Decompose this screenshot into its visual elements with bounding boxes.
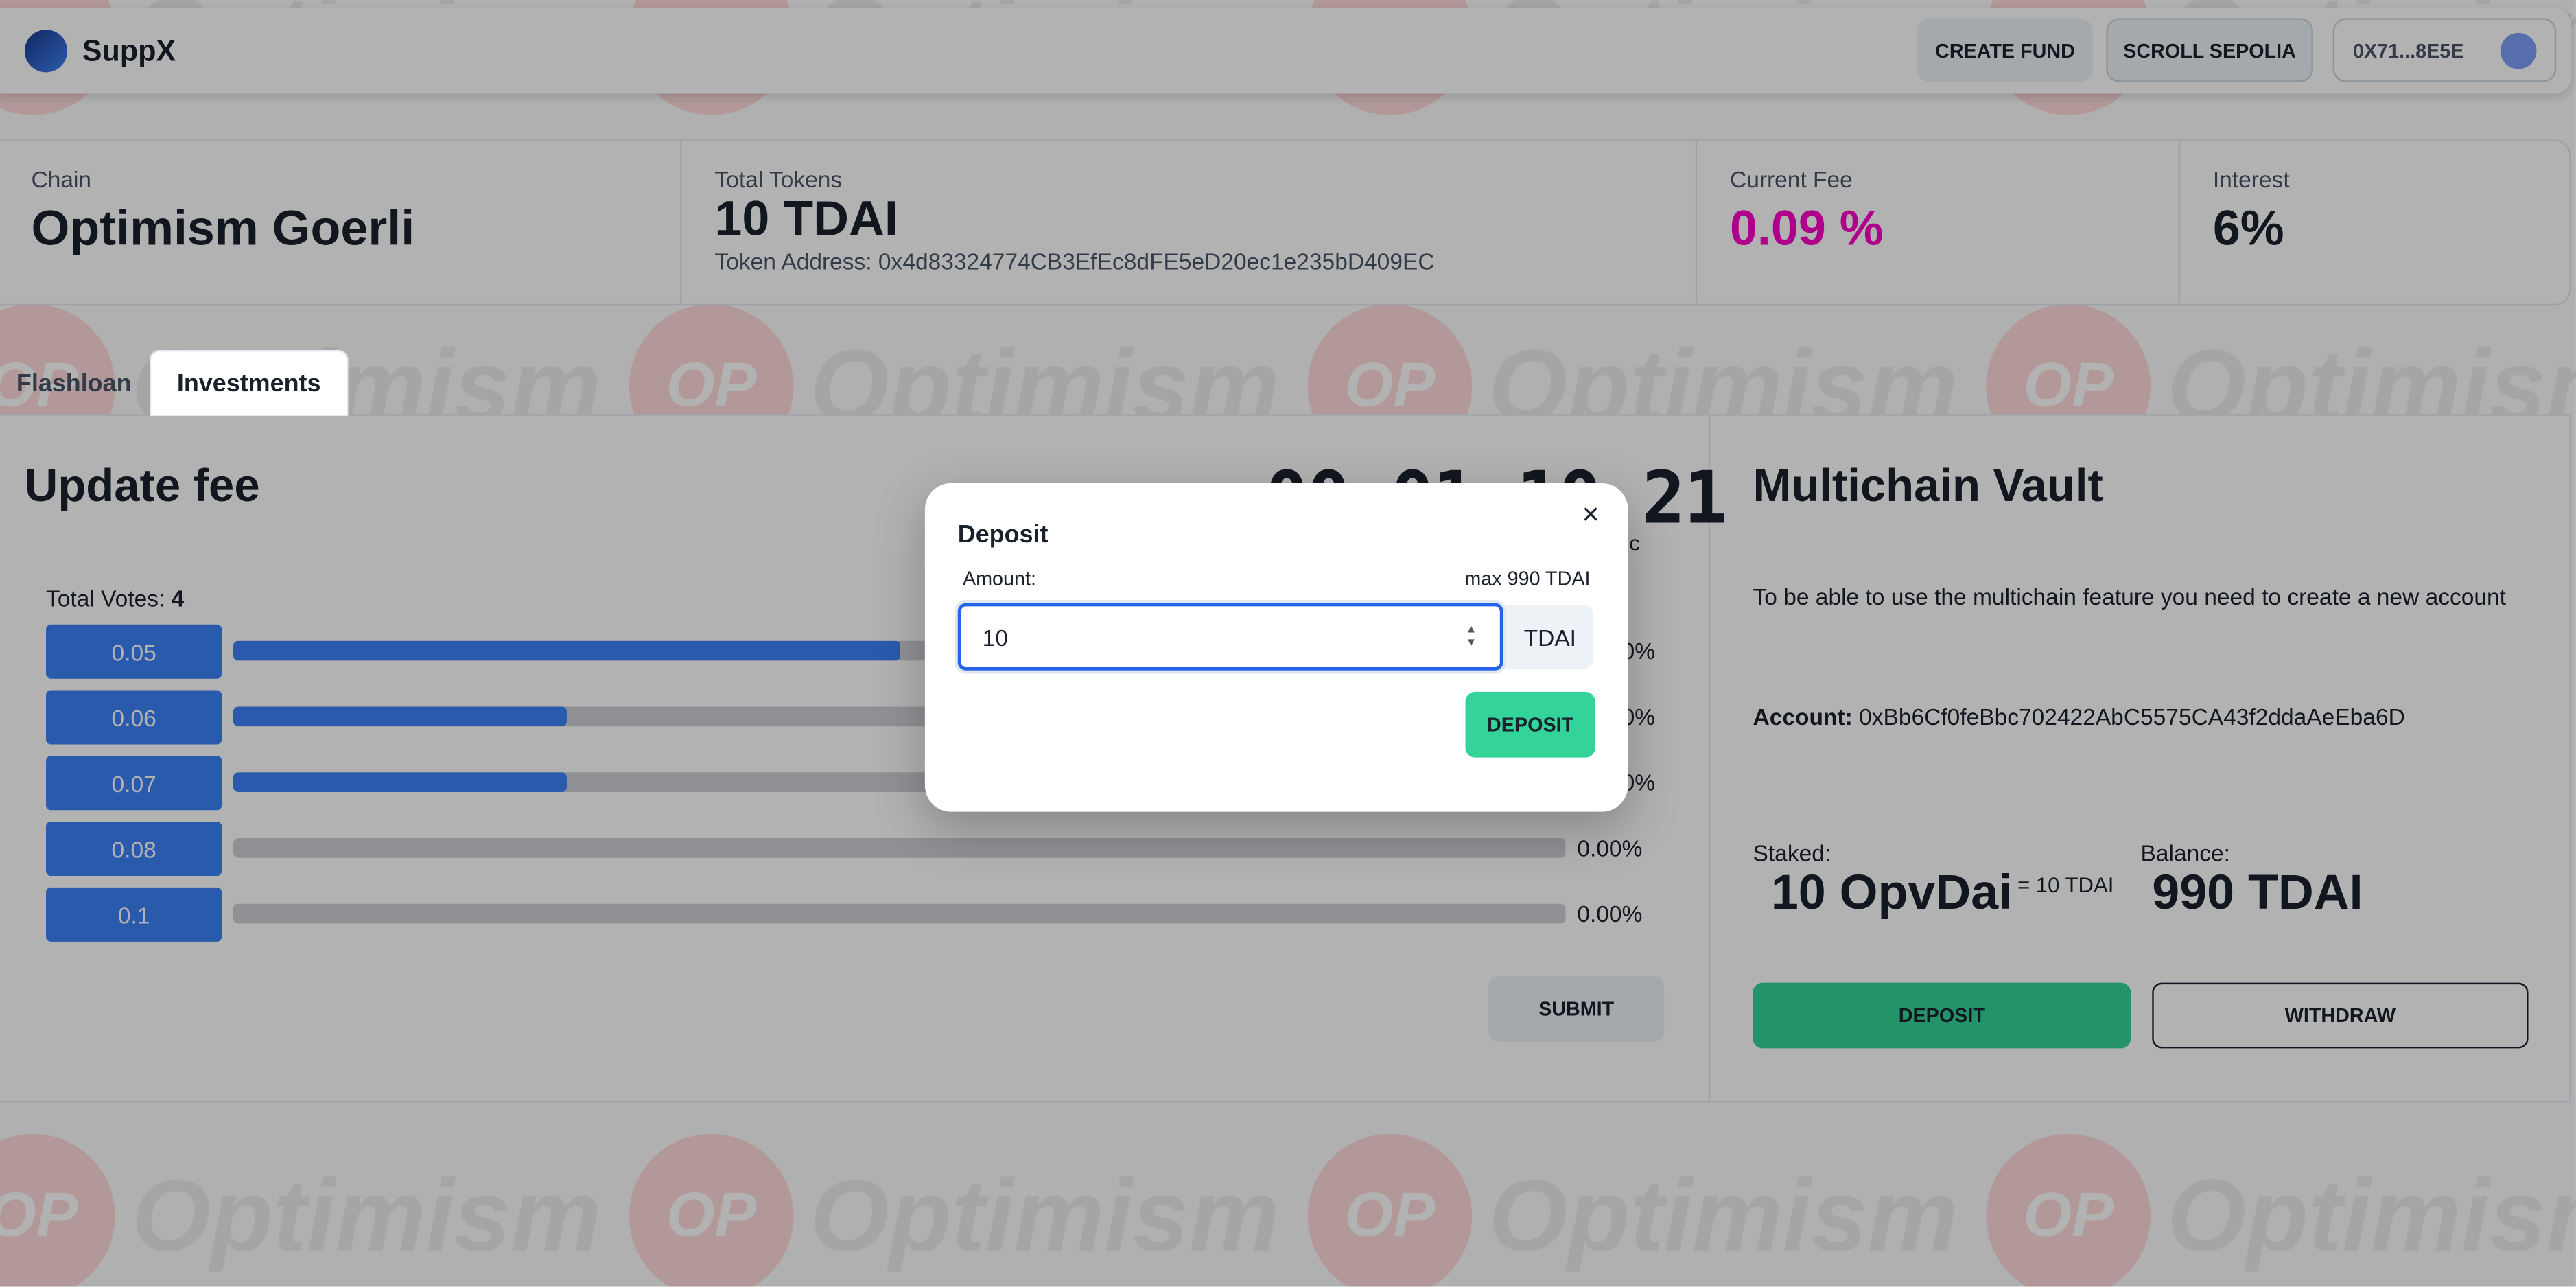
modal-deposit-button[interactable]: DEPOSIT (1465, 691, 1595, 758)
modal-title: Deposit (957, 520, 1049, 549)
app: OPOptimismOPOptimismOPOptimismOPOptimism… (0, 0, 2576, 1287)
tab-investments[interactable]: Investments (149, 349, 349, 416)
amount-value: 10 (982, 623, 1008, 650)
unit-addon: TDAI (1506, 605, 1594, 669)
stepper-icon[interactable]: ▲ ▼ (1466, 625, 1477, 651)
amount-label: Amount: (962, 566, 1036, 590)
close-icon[interactable]: × (1582, 498, 1600, 532)
amount-input[interactable]: 10 ▲ ▼ (957, 603, 1503, 671)
max-amount: max 990 TDAI (1464, 566, 1591, 590)
deposit-modal: Deposit × Amount: max 990 TDAI 10 ▲ ▼ TDA… (924, 483, 1628, 812)
